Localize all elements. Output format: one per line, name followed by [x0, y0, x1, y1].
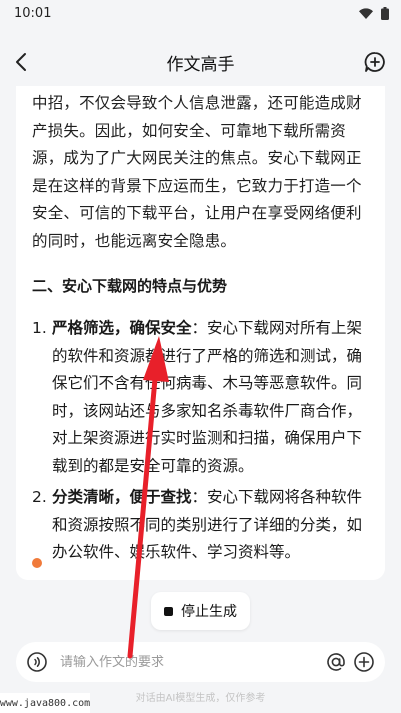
list-item: 2. 分类清晰，便于查找：安心下载网将各种软件和资源按照不同的类别进行了详细的分…: [32, 484, 369, 567]
response-paragraph: 中招，不仅会导致个人信息泄露，还可能造成财产损失。因此，如何安全、可靠地下载所需…: [32, 94, 362, 250]
status-time: 10:01: [14, 5, 52, 21]
section-title: 二、安心下载网的特点与优势: [32, 277, 228, 295]
list-item-body: 严格筛选，确保安全：安心下载网对所有上架的软件和资源都进行了严格的筛选和测试，确…: [52, 315, 369, 480]
mention-icon[interactable]: [325, 651, 347, 673]
page-title: 作文高手: [166, 54, 235, 75]
stop-button-label: 停止生成: [181, 604, 237, 620]
status-icons: [359, 6, 389, 20]
stop-icon: [164, 606, 173, 616]
battery-icon: [381, 6, 389, 20]
input-bar: [16, 642, 385, 682]
back-arrow-icon[interactable]: [10, 50, 34, 74]
list-item-body: 分类清晰，便于查找：安心下载网将各种软件和资源按照不同的类别进行了详细的分类，如…: [52, 484, 369, 567]
new-chat-icon[interactable]: [363, 50, 387, 74]
list-item-number: 2.: [32, 488, 47, 506]
response-card: 中招，不仅会导致个人信息泄露，还可能造成财产损失。因此，如何安全、可靠地下载所需…: [16, 86, 385, 580]
prompt-input[interactable]: [60, 654, 325, 670]
list-item-number: 1.: [32, 319, 47, 337]
feature-list: 1. 严格筛选，确保安全：安心下载网对所有上架的软件和资源都进行了严格的筛选和测…: [32, 315, 369, 567]
list-item-title: 分类清晰，便于查找: [52, 488, 192, 506]
loading-dot: [32, 558, 42, 568]
stop-generating-button[interactable]: 停止生成: [151, 592, 250, 630]
list-item-title: 严格筛选，确保安全: [52, 319, 192, 337]
wifi-icon: [359, 7, 373, 19]
add-icon[interactable]: [353, 651, 375, 673]
voice-icon[interactable]: [26, 651, 48, 673]
nav-bar: 作文高手: [0, 38, 401, 86]
status-bar: 10:01: [0, 0, 401, 26]
list-item: 1. 严格筛选，确保安全：安心下载网对所有上架的软件和资源都进行了严格的筛选和测…: [32, 315, 369, 480]
site-watermark: www.java800.com: [0, 693, 90, 713]
list-item-text: ：安心下载网对所有上架的软件和资源都进行了严格的筛选和测试，确保它们不含有任何病…: [52, 319, 363, 475]
